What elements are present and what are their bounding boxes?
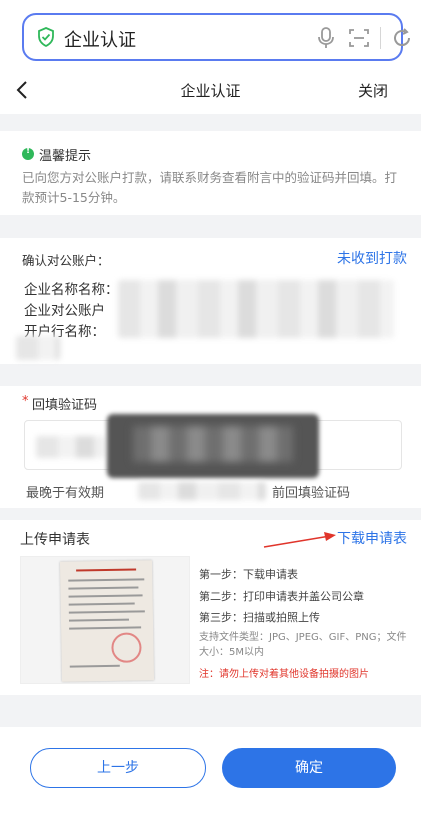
verify-label: 回填验证码 [32,398,98,413]
download-form-link[interactable]: 下载申请表 [337,528,407,548]
form-image [59,560,155,682]
info-icon [22,146,34,160]
account-title: 确认对公账户： [22,253,110,268]
shield-check-icon [38,27,54,47]
upload-title: 上传申请表 [20,532,90,548]
upload-card: 上传申请表 下载申请表 第一步：下载申请表 第二步：打印申请表并盖公司公章 第三… [0,520,421,695]
annotation-arrow [263,532,336,548]
tip-title: 温馨提示 [39,149,92,164]
microphone-icon[interactable] [315,26,337,50]
search-bar-container: 企业认证 [0,0,421,68]
tip-card: 温馨提示 已向您方对公账户打款，请联系财务查看附言中的验证码并回填。打款预计5-… [0,131,421,215]
account-card: 确认对公账户： 未收到打款 企业名称名称： 企业对公账户 开户行名称： [0,238,421,364]
upload-preview[interactable] [20,556,190,684]
doc-line [68,578,145,582]
nav-bar: 企业认证 关闭 [0,68,421,114]
deadline-prefix: 最晚于有效期 [26,486,105,501]
doc-header-line [76,568,137,572]
company-name-label: 企业名称名称： [24,282,119,298]
doc-line [69,664,120,668]
upload-warning: 注：请勿上传对着其他设备拍摄的图片 [199,669,369,680]
not-received-link[interactable]: 未收到打款 [337,248,407,268]
bottom-bar: 上一步 确定 [0,727,421,826]
doc-line [69,626,142,630]
deadline-suffix: 前回填验证码 [272,486,351,501]
refresh-icon[interactable] [390,26,414,50]
required-mark: * [22,394,29,409]
step-three: 第三步：扫描或拍照上传 [199,611,320,624]
redacted-overlay-text [133,426,293,462]
company-account-label: 企业对公账户 [24,303,105,319]
doc-line [68,594,143,598]
company-seal [111,632,142,663]
search-bar[interactable]: 企业认证 [22,13,411,61]
search-text: 企业认证 [64,30,136,51]
redacted-account-info [118,280,394,338]
redacted-deadline [138,482,266,500]
close-button[interactable]: 关闭 [358,80,388,101]
page: 企业认证 企业认证 关闭 温馨提示 已向您方对公账 [0,0,421,826]
doc-line [68,602,135,606]
scan-icon[interactable] [348,27,370,49]
step-two: 第二步：打印申请表并盖公司公章 [199,590,364,603]
redacted-input-text [36,436,106,458]
supported-file-types: 支持文件类型：JPG、JPEG、GIF、PNG；文件大小：5M以内 [199,632,407,658]
verify-card: * 回填验证码 最晚于有效期 前回填验证码 [0,386,421,508]
confirm-button[interactable]: 确定 [222,748,396,788]
step-one: 第一步：下载申请表 [199,568,298,581]
doc-line [68,610,145,614]
previous-step-button[interactable]: 上一步 [30,748,206,788]
redacted-fragment [16,336,60,360]
tip-body: 已向您方对公账户打款，请联系财务查看附言中的验证码并回填。打款预计5-15分钟。 [22,170,398,205]
doc-line [68,586,139,590]
doc-line [68,618,129,622]
search-divider [380,27,381,49]
